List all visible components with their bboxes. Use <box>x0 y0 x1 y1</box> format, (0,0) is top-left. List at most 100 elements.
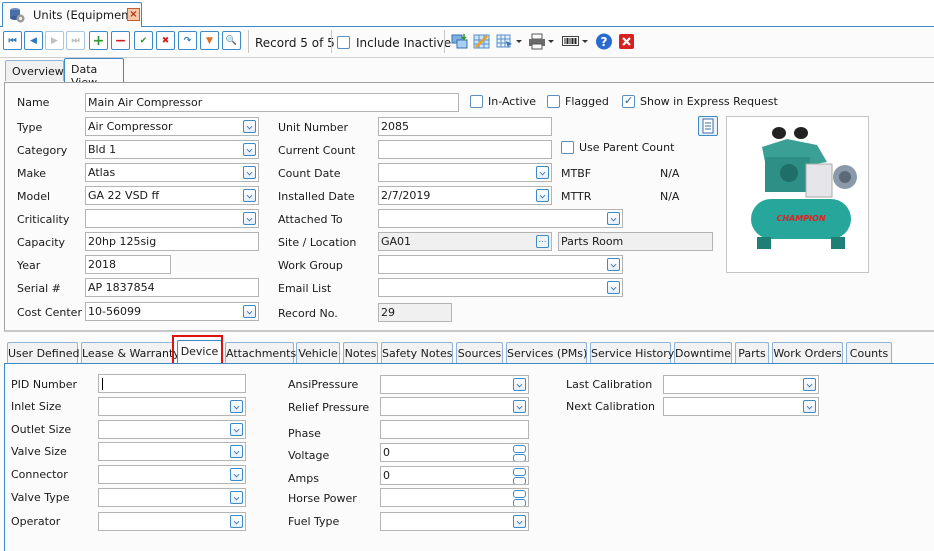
count-date-picker[interactable] <box>378 163 552 182</box>
chevron-down-icon[interactable] <box>607 258 620 271</box>
capacity-input[interactable]: 20hp 125sig <box>85 232 259 251</box>
tab-data-view[interactable]: Data View <box>64 58 124 89</box>
filter-button[interactable]: ▼ <box>200 31 219 50</box>
close-icon[interactable]: × <box>127 8 140 21</box>
ellipsis-browse-icon[interactable]: … <box>536 235 549 248</box>
delete-record-button[interactable]: − <box>111 31 130 50</box>
attached-to-combobox[interactable] <box>378 209 623 228</box>
voltage-spinner[interactable]: 0 <box>380 443 529 462</box>
last-record-button[interactable]: ⏭ <box>66 31 85 50</box>
current-count-input[interactable] <box>378 140 552 159</box>
chevron-down-icon[interactable] <box>513 378 526 391</box>
valve-type-combobox[interactable] <box>98 488 246 507</box>
relief-pressure-combobox[interactable] <box>380 397 529 416</box>
document-tab-units[interactable]: Units (Equipment) × <box>2 2 142 27</box>
document-list-button[interactable] <box>698 116 718 136</box>
chevron-down-icon[interactable] <box>513 400 526 413</box>
tab-attachments[interactable]: Attachments <box>225 342 296 363</box>
printer-dropdown-arrow[interactable] <box>548 40 554 43</box>
grid-select-icon[interactable] <box>496 33 514 50</box>
email-list-combobox[interactable] <box>378 278 623 297</box>
inlet-size-combobox[interactable] <box>98 397 246 416</box>
grid-select-dropdown-arrow[interactable] <box>516 40 522 43</box>
tab-service-history[interactable]: Service History <box>590 342 674 363</box>
chevron-down-icon[interactable] <box>803 400 816 413</box>
category-combobox[interactable]: Bld 1 <box>85 140 259 159</box>
chevron-down-icon[interactable] <box>536 189 549 202</box>
chevron-down-icon[interactable] <box>607 281 620 294</box>
serial-input[interactable]: AP 1837854 <box>85 278 259 297</box>
connector-combobox[interactable] <box>98 465 246 484</box>
tab-services-pms[interactable]: Services (PMs) <box>506 342 587 363</box>
include-inactive-checkbox[interactable] <box>337 36 350 49</box>
model-combobox[interactable]: GA 22 VSD ff <box>85 186 259 205</box>
in-active-checkbox[interactable] <box>470 95 483 108</box>
installed-date-picker[interactable]: 2/7/2019 <box>378 186 552 205</box>
unit-photo[interactable]: CHAMPION <box>726 116 869 273</box>
show-in-express-request-checkbox[interactable] <box>622 94 635 108</box>
fuel-type-combobox[interactable] <box>380 512 529 531</box>
search-button[interactable]: 🔍 <box>222 31 241 50</box>
chevron-down-icon[interactable] <box>243 212 256 225</box>
horse-power-spinner[interactable] <box>380 488 529 507</box>
chevron-down-icon[interactable] <box>230 445 243 458</box>
tab-safety-notes[interactable]: Safety Notes <box>381 342 453 363</box>
spin-updown-icon[interactable] <box>513 490 526 506</box>
site-location-input[interactable]: GA01… <box>378 232 552 251</box>
operator-combobox[interactable] <box>98 512 246 531</box>
chevron-down-icon[interactable] <box>243 305 256 318</box>
chevron-down-icon[interactable] <box>803 378 816 391</box>
spin-updown-icon[interactable] <box>513 445 526 461</box>
copy-grid-icon[interactable] <box>451 33 469 50</box>
tab-user-defined[interactable]: User Defined <box>7 342 79 363</box>
chevron-down-icon[interactable] <box>230 491 243 504</box>
tab-overview[interactable]: Overview <box>5 60 64 81</box>
use-parent-count-checkbox[interactable] <box>561 141 574 154</box>
printer-icon[interactable] <box>528 33 546 50</box>
unit-number-input[interactable]: 2085 <box>378 117 552 136</box>
add-record-button[interactable]: + <box>89 31 108 50</box>
tab-lease-warranty[interactable]: Lease & Warranty <box>81 342 180 363</box>
chevron-down-icon[interactable] <box>607 212 620 225</box>
tab-counts[interactable]: Counts <box>846 342 892 363</box>
chevron-down-icon[interactable] <box>243 143 256 156</box>
tab-vehicle[interactable]: Vehicle <box>296 342 340 363</box>
previous-record-button[interactable]: ◀ <box>24 31 43 50</box>
next-calibration-picker[interactable] <box>663 397 819 416</box>
make-combobox[interactable]: Atlas <box>85 163 259 182</box>
outlet-size-combobox[interactable] <box>98 420 246 439</box>
last-calibration-picker[interactable] <box>663 375 819 394</box>
name-input[interactable]: Main Air Compressor <box>85 93 459 112</box>
tab-parts[interactable]: Parts <box>735 342 769 363</box>
chevron-down-icon[interactable] <box>230 515 243 528</box>
spin-updown-icon[interactable] <box>513 468 526 484</box>
chevron-down-icon[interactable] <box>513 515 526 528</box>
barcode-icon[interactable] <box>562 33 580 50</box>
help-icon[interactable]: ? <box>595 33 613 50</box>
chevron-down-icon[interactable] <box>230 400 243 413</box>
chevron-down-icon[interactable] <box>243 166 256 179</box>
amps-spinner[interactable]: 0 <box>380 466 529 485</box>
valve-size-combobox[interactable] <box>98 442 246 461</box>
chevron-down-icon[interactable] <box>243 189 256 202</box>
grid-tools-icon[interactable] <box>473 33 491 50</box>
work-group-combobox[interactable] <box>378 255 623 274</box>
chevron-down-icon[interactable] <box>230 423 243 436</box>
year-input[interactable]: 2018 <box>85 255 171 274</box>
first-record-button[interactable]: ⏮ <box>3 31 22 50</box>
tab-work-orders[interactable]: Work Orders <box>772 342 843 363</box>
tab-notes[interactable]: Notes <box>343 342 378 363</box>
barcode-dropdown-arrow[interactable] <box>582 40 588 43</box>
ansi-pressure-combobox[interactable] <box>380 375 529 394</box>
next-record-button[interactable]: ▶ <box>45 31 64 50</box>
cancel-record-button[interactable]: ✖ <box>156 31 175 50</box>
tab-sources[interactable]: Sources <box>456 342 503 363</box>
chevron-down-icon[interactable] <box>230 468 243 481</box>
tab-downtime[interactable]: Downtime <box>674 342 732 363</box>
type-combobox[interactable]: Air Compressor <box>85 117 259 136</box>
pid-number-input[interactable] <box>98 374 246 393</box>
chevron-down-icon[interactable] <box>536 166 549 179</box>
cost-center-combobox[interactable]: 10-56099 <box>85 302 259 321</box>
flagged-checkbox[interactable] <box>547 95 560 108</box>
save-record-button[interactable]: ✔ <box>134 31 153 50</box>
